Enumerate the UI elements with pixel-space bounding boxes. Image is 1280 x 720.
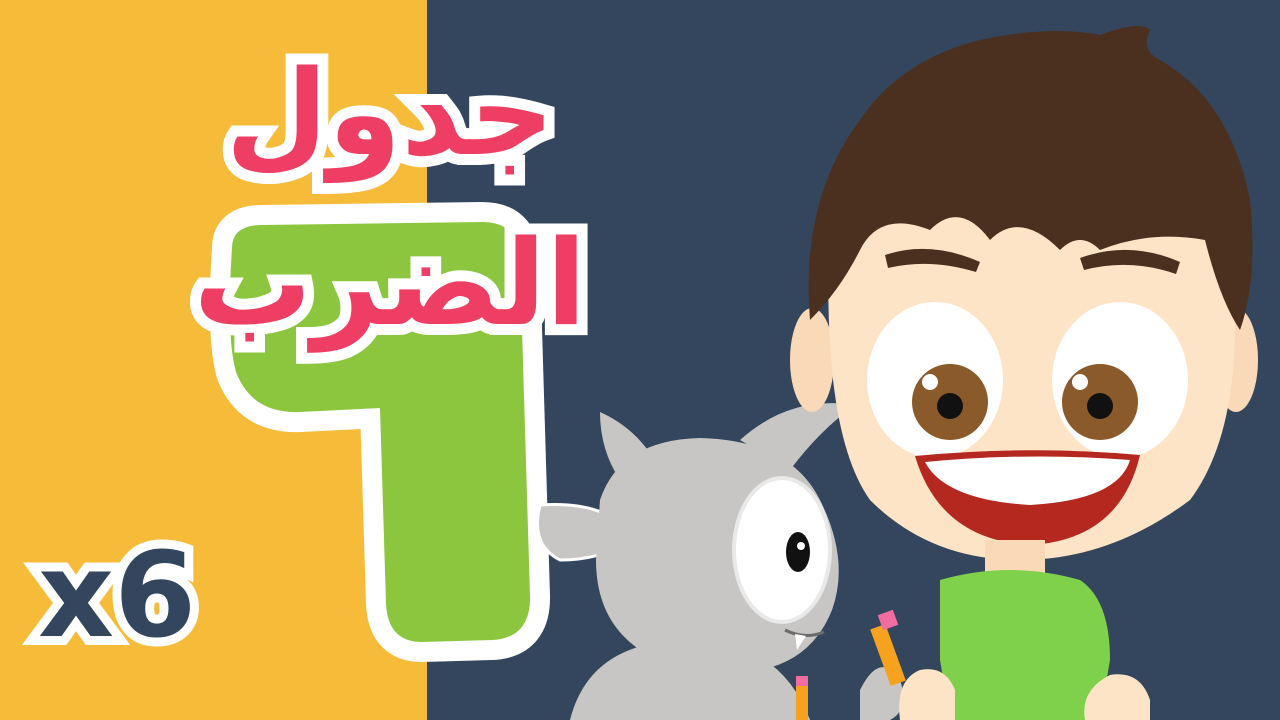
thumbnail-stage: جدول الضرب x6	[0, 0, 1280, 720]
smiling-boy-character	[790, 26, 1258, 720]
page-title: جدول الضرب	[30, 28, 750, 363]
multiplier-text: x6	[29, 517, 205, 673]
title-text: جدول الضرب	[182, 33, 597, 363]
multiplier-label: x6	[29, 517, 298, 673]
